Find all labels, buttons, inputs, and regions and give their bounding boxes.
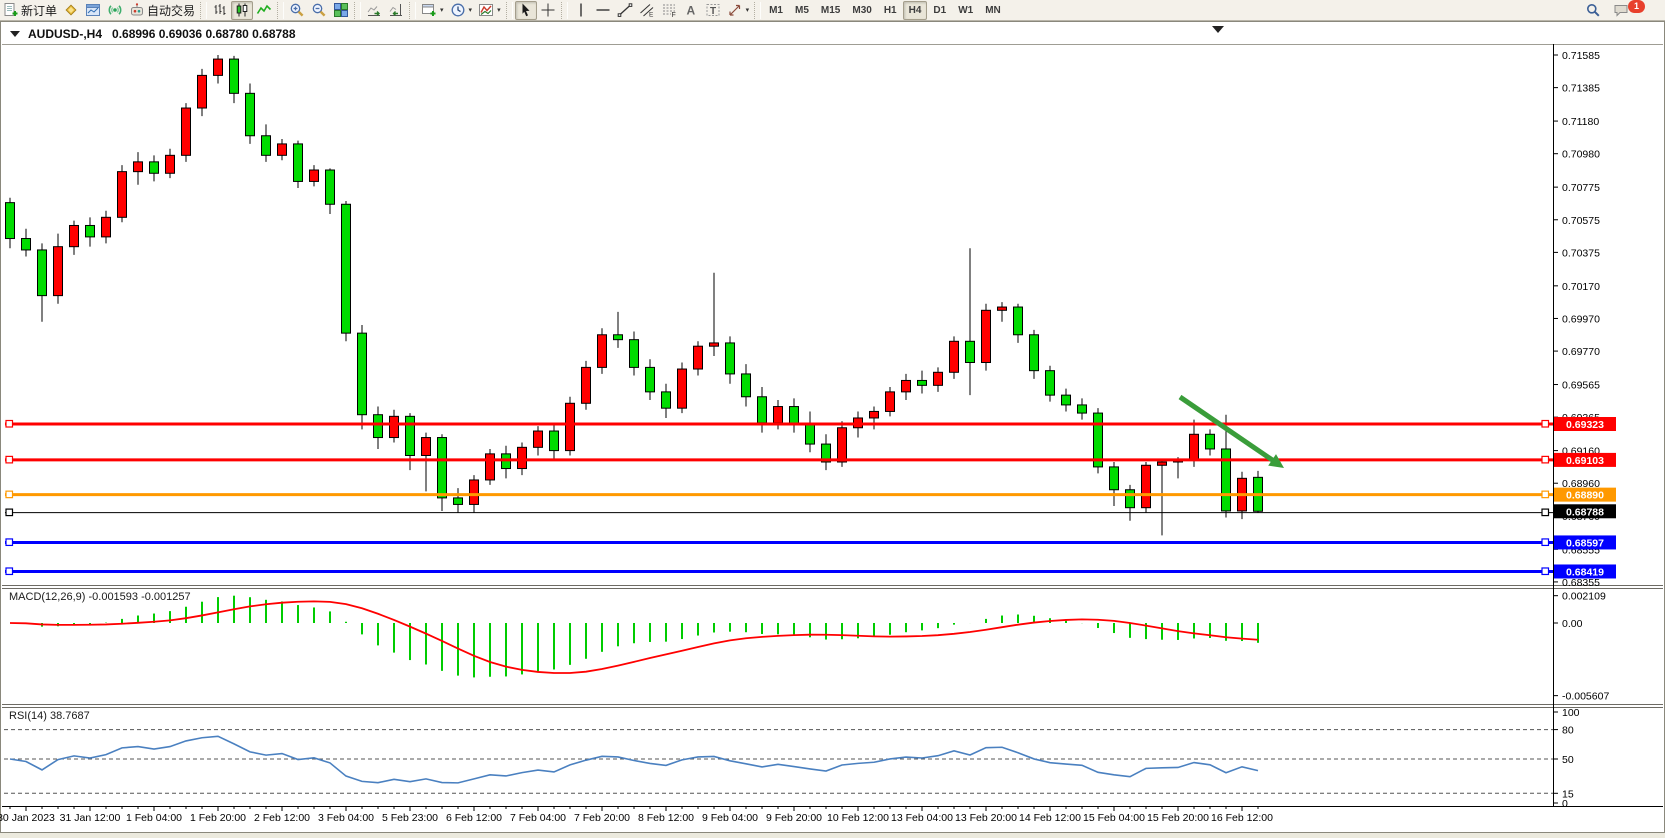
text-label-icon[interactable]: T — [702, 1, 724, 20]
new-order-icon[interactable]: 新订单 — [0, 1, 60, 20]
text-icon[interactable]: A — [680, 1, 702, 20]
new-chart-icon[interactable]: ▾ — [418, 1, 447, 20]
timeframe-m5[interactable]: M5 — [789, 1, 815, 20]
auto-scroll-icon[interactable] — [363, 1, 385, 20]
horizontal-line-icon[interactable] — [592, 1, 614, 20]
autotrading-icon[interactable]: 自动交易 — [126, 1, 198, 20]
toolbar-separator — [200, 2, 207, 19]
toolbar-separator — [506, 2, 513, 19]
svg-text:T: T — [710, 6, 716, 17]
macd-label: MACD(12,26,9) -0.001593 -0.001257 — [9, 591, 191, 603]
notification-badge: 1 — [1628, 0, 1645, 13]
shapes-icon[interactable]: ▾ — [724, 1, 753, 20]
timeframe-h4[interactable]: H4 — [903, 1, 928, 20]
svg-text:A: A — [686, 4, 695, 18]
svg-text:E: E — [649, 12, 654, 19]
toolbar-separator — [277, 2, 284, 19]
symbol-dropdown-icon[interactable] — [10, 31, 20, 37]
svg-text:F: F — [671, 12, 675, 18]
macd-values: -0.001593 -0.001257 — [88, 591, 190, 603]
rsi-label: RSI(14) 38.7687 — [9, 710, 90, 722]
timeframe-d1[interactable]: D1 — [927, 1, 952, 20]
timeframe-m1[interactable]: M1 — [763, 1, 789, 20]
period-icon[interactable]: ▾ — [447, 1, 476, 20]
rsi-value: 38.7687 — [50, 710, 90, 722]
channel-icon[interactable]: E — [636, 1, 658, 20]
search-icon[interactable] — [1582, 1, 1604, 20]
trendline-icon[interactable] — [614, 1, 636, 20]
toolbar-separator — [409, 2, 416, 19]
chart-title-bar: AUDUSD-,H4 0.68996 0.69036 0.68780 0.687… — [2, 23, 1550, 44]
charts-profile-icon[interactable] — [82, 1, 104, 20]
toolbar-separator — [561, 2, 568, 19]
fibonacci-icon[interactable]: F — [658, 1, 680, 20]
indicators-icon[interactable]: ▾ — [475, 1, 504, 20]
cursor-icon[interactable] — [515, 1, 537, 20]
vertical-line-icon[interactable] — [570, 1, 592, 20]
crosshair-icon[interactable] — [537, 1, 559, 20]
chart-symbol-period: AUDUSD-,H4 — [28, 27, 102, 41]
timeframe-m15[interactable]: M15 — [815, 1, 846, 20]
tile-windows-icon[interactable] — [330, 1, 352, 20]
market-watch-icon[interactable] — [60, 1, 82, 20]
toolbar-separator — [754, 2, 761, 19]
timeframe-h1[interactable]: H1 — [878, 1, 903, 20]
line-chart-icon[interactable] — [253, 1, 275, 20]
chevron-down-icon: ▾ — [440, 6, 444, 14]
toolbar-separator — [354, 2, 361, 19]
chevron-down-icon: ▾ — [469, 6, 473, 14]
chart-ohlc-values: 0.68996 0.69036 0.68780 0.68788 — [112, 27, 296, 41]
bar-chart-icon[interactable] — [209, 1, 231, 20]
main-toolbar: 新订单 自动交易 ▾ ▾ ▾ E F A T ▾ M1M5M15M30H1H4D1W1MN 1 — [0, 0, 1665, 21]
timeframe-m30[interactable]: M30 — [846, 1, 877, 20]
chevron-down-icon: ▾ — [497, 6, 501, 14]
timeframe-mn[interactable]: MN — [979, 1, 1007, 20]
signals-icon[interactable] — [104, 1, 126, 20]
candlestick-icon[interactable] — [231, 1, 253, 20]
zoom-out-icon[interactable] — [308, 1, 330, 20]
chevron-down-icon: ▾ — [746, 6, 750, 14]
timeframe-w1[interactable]: W1 — [952, 1, 979, 20]
chart-window[interactable] — [0, 21, 1665, 833]
chart-shift-icon[interactable] — [385, 1, 407, 20]
zoom-in-icon[interactable] — [286, 1, 308, 20]
